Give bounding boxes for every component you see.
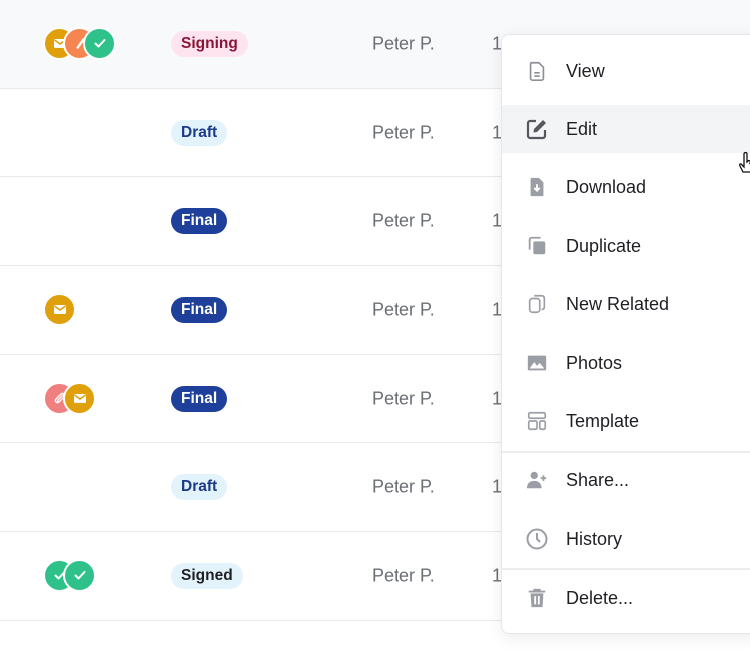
- menu-divider: [502, 568, 750, 570]
- status-icons: [43, 558, 143, 593]
- status-badge: Final: [171, 296, 228, 323]
- menu-item-label: History: [566, 528, 623, 549]
- image-icon: [525, 351, 549, 375]
- status-icons: [43, 204, 143, 238]
- user-plus-icon: [525, 468, 549, 492]
- menu-item-history[interactable]: History: [502, 515, 750, 563]
- status-icons: [43, 116, 143, 150]
- status-badge: Final: [171, 208, 228, 235]
- menu-item-label: Template: [566, 410, 640, 431]
- menu-item-new-related[interactable]: New Related: [502, 280, 750, 328]
- mail-icon: [43, 292, 76, 326]
- author-name: Peter P.: [372, 476, 435, 497]
- status-icons: [43, 26, 143, 61]
- menu-item-share[interactable]: Share...: [502, 456, 750, 504]
- template-icon: [525, 409, 549, 433]
- status-icons: [43, 470, 143, 504]
- menu-item-duplicate[interactable]: Duplicate: [502, 222, 750, 270]
- duplicate-icon: [525, 234, 549, 258]
- menu-item-label: Download: [566, 176, 647, 197]
- status-badge: Signed: [171, 562, 243, 589]
- menu-item-label: Photos: [566, 352, 623, 373]
- status-badge: Draft: [171, 474, 228, 501]
- status-badge: Final: [171, 385, 228, 412]
- author-name: Peter P.: [372, 299, 435, 320]
- check-icon: [83, 26, 116, 60]
- status-icons: [43, 381, 143, 416]
- menu-item-label: Duplicate: [566, 235, 642, 256]
- menu-item-template[interactable]: Template: [502, 397, 750, 445]
- trash-icon: [525, 586, 549, 610]
- edit-icon: [525, 117, 549, 141]
- author-name: Peter P.: [372, 210, 435, 231]
- hand-cursor-icon: [739, 151, 750, 173]
- menu-item-label: Delete...: [566, 587, 634, 608]
- menu-item-edit[interactable]: Edit: [502, 105, 750, 153]
- menu-divider: [502, 451, 750, 453]
- menu-item-label: New Related: [566, 293, 670, 314]
- status-badge: Draft: [171, 119, 228, 146]
- author-name: Peter P.: [372, 565, 435, 586]
- mail-icon: [63, 381, 96, 415]
- check-icon: [63, 558, 96, 592]
- menu-item-label: Edit: [566, 118, 598, 139]
- context-menu: View Edit Download Duplicate New Related Phot…: [501, 34, 750, 634]
- menu-item-download[interactable]: Download: [502, 163, 750, 211]
- author-name: Peter P.: [372, 122, 435, 143]
- menu-item-label: View: [566, 60, 605, 81]
- author-name: Peter P.: [372, 388, 435, 409]
- menu-item-photos[interactable]: Photos: [502, 339, 750, 387]
- menu-item-view[interactable]: View: [502, 47, 750, 95]
- menu-item-label: Share...: [566, 469, 630, 490]
- status-icons: [43, 292, 143, 327]
- copy-icon: [525, 292, 549, 316]
- clock-icon: [525, 527, 549, 551]
- document-icon: [525, 59, 549, 83]
- status-badge: Signing: [171, 30, 248, 57]
- author-name: Peter P.: [372, 33, 435, 54]
- menu-item-delete[interactable]: Delete...: [502, 574, 750, 622]
- download-icon: [525, 175, 549, 199]
